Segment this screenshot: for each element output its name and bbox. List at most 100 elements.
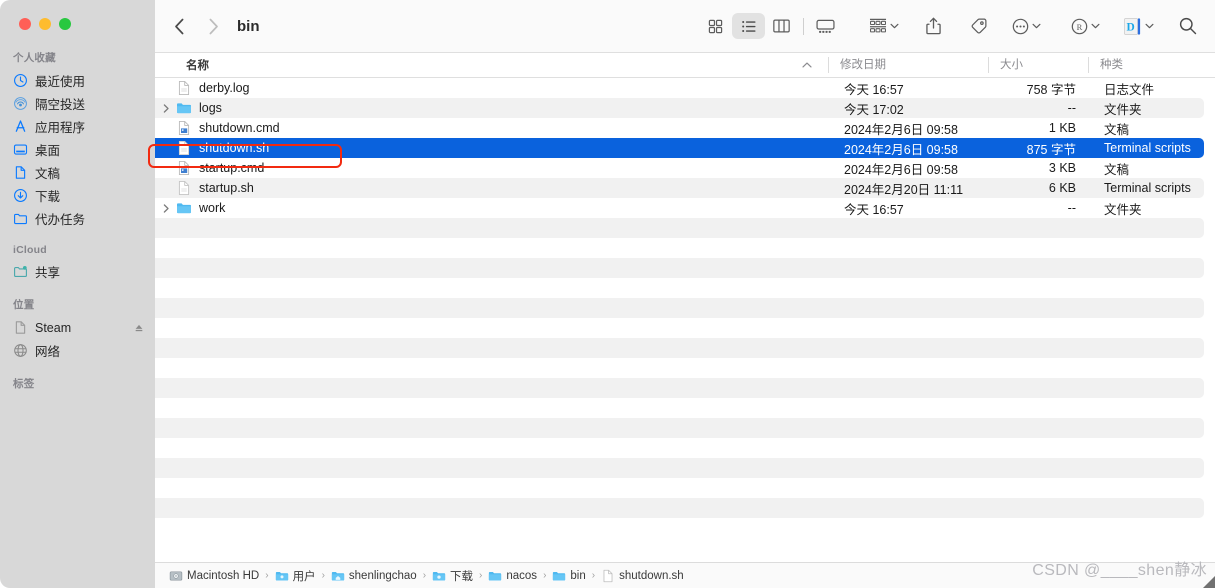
breadcrumb-item-macintosh-hd[interactable]: Macintosh HD [169, 569, 259, 583]
sidebar-item-recents[interactable]: 最近使用 [0, 69, 155, 92]
page-corner-fold-icon [1203, 576, 1215, 588]
empty-row-stripe [155, 458, 1204, 478]
gallery-icon [816, 19, 835, 33]
table-row[interactable]: shutdown.cmd 2024年2月6日 09:58 1 KB 文稿 [155, 118, 1215, 138]
sidebar-item-steam[interactable]: Steam [0, 316, 155, 339]
disclosure-triangle[interactable] [159, 103, 173, 113]
minimize-button[interactable] [39, 18, 51, 30]
file-date: 今天 16:57 [844, 82, 904, 97]
sidebar-item-downloads[interactable]: 下载 [0, 184, 155, 207]
breadcrumb-separator: › [422, 570, 427, 581]
sidebar-section-title: iCloud [13, 244, 47, 256]
table-row-selected[interactable]: shutdown.sh 2024年2月6日 09:58 875 字节 Termi… [155, 138, 1215, 158]
column-header-kind[interactable]: 种类 [1088, 52, 1215, 78]
list-view-button[interactable] [732, 13, 765, 39]
breadcrumb-label: shenlingchao [348, 569, 417, 582]
document-icon [178, 80, 190, 96]
table-row[interactable]: startup.sh 2024年2月20日 11:11 6 KB Termina… [155, 178, 1215, 198]
more-actions-button[interactable] [1009, 13, 1044, 39]
registered-app-button[interactable]: R [1068, 13, 1103, 39]
group-by-button[interactable] [866, 13, 902, 39]
column-view-button[interactable] [765, 13, 798, 39]
breadcrumb-item-nacos[interactable]: nacos [488, 569, 537, 583]
breadcrumb-item-downloads[interactable]: 下载 [432, 568, 473, 584]
sidebar-item-desktop[interactable]: 桌面 [0, 138, 155, 161]
breadcrumb-separator: › [321, 570, 325, 581]
breadcrumb-separator: › [591, 570, 596, 581]
breadcrumb-item-shenlingchao[interactable]: shenlingchao [331, 569, 417, 583]
folder-icon [489, 571, 502, 580]
maximize-button[interactable] [59, 18, 71, 30]
table-row[interactable]: derby.log 今天 16:57 758 字节 日志文件 [155, 78, 1215, 98]
sidebar-item-applications[interactable]: 应用程序 [0, 115, 155, 138]
forward-button[interactable] [199, 12, 227, 40]
gallery-view-button[interactable] [809, 13, 842, 39]
folder-icon [177, 103, 191, 114]
exec-document-icon [178, 160, 190, 176]
sidebar-item-shared[interactable]: 共享 [0, 260, 155, 283]
file-size: 1 KB [1048, 121, 1076, 135]
sidebar-item-label: Steam [35, 320, 72, 335]
watermark-text: CSDN @____shen静冰 [1032, 562, 1207, 579]
breadcrumb-separator: › [543, 570, 547, 581]
table-row[interactable]: logs 今天 17:02 -- 文件夹 [155, 98, 1215, 118]
breadcrumb-label: 用户 [292, 570, 316, 583]
chevron-right-icon [209, 18, 218, 34]
breadcrumb-label: shutdown.sh [619, 569, 684, 582]
breadcrumb-item-bin[interactable]: bin [552, 569, 586, 583]
chevron-left-icon [174, 18, 183, 34]
tag-button[interactable] [964, 13, 992, 39]
users-folder-icon [275, 571, 288, 580]
icon-view-button[interactable] [699, 13, 732, 39]
sidebar-item-label: 共享 [35, 266, 61, 280]
file-name: startup.cmd [199, 161, 265, 175]
sidebar-section-title: 位置 [13, 299, 35, 311]
file-size: 6 KB [1048, 181, 1076, 195]
dictionary-app-icon: D [1123, 17, 1141, 35]
folder-icon [177, 203, 191, 214]
disclosure-triangle[interactable] [159, 203, 173, 213]
search-button[interactable] [1174, 13, 1202, 39]
back-button[interactable] [165, 12, 193, 40]
sidebar-item-label: 下载 [35, 190, 61, 204]
eject-icon[interactable] [134, 323, 144, 333]
column-header-name[interactable]: 名称 [155, 57, 828, 73]
document-icon [603, 569, 613, 582]
sidebar-section-tags: 标签 [0, 376, 155, 395]
sort-ascending-icon [802, 62, 812, 68]
breadcrumb-item-users[interactable]: 用户 [275, 568, 316, 584]
sidebar-item-airdrop[interactable]: 隔空投送 [0, 92, 155, 115]
group-by-icon [869, 18, 887, 32]
table-row[interactable]: startup.cmd 2024年2月6日 09:58 3 KB 文稿 [155, 158, 1215, 178]
table-row[interactable]: work 今天 16:57 -- 文件夹 [155, 198, 1215, 218]
breadcrumb-item-shutdown-sh[interactable]: shutdown.sh [601, 569, 684, 583]
file-kind: Terminal scripts [1104, 141, 1191, 155]
column-header-date[interactable]: 修改日期 [828, 52, 988, 78]
network-globe-icon [14, 344, 27, 357]
breadcrumb-label: Macintosh HD [187, 569, 260, 582]
sidebar-item-label: 代办任务 [35, 213, 86, 227]
sidebar-item-label: 最近使用 [35, 75, 86, 89]
file-size: 758 字节 [1026, 82, 1076, 97]
view-mode-segmented-control [699, 13, 842, 39]
empty-row-stripe [155, 498, 1204, 518]
sidebar-item-documents[interactable]: 文稿 [0, 161, 155, 184]
file-list[interactable]: derby.log 今天 16:57 758 字节 日志文件 logs 今天 1… [155, 78, 1215, 562]
close-button[interactable] [19, 18, 31, 30]
file-name: shutdown.cmd [199, 121, 280, 135]
folder-icon [14, 213, 27, 225]
share-button[interactable] [919, 13, 947, 39]
search-icon [1179, 17, 1197, 35]
svg-text:D: D [1126, 21, 1134, 33]
column-header-name-label: 名称 [186, 60, 209, 72]
harddisk-icon [169, 570, 183, 581]
sidebar-section-title: 个人收藏 [13, 52, 56, 64]
sidebar-item-todo-folder[interactable]: 代办任务 [0, 207, 155, 230]
grid-icon [708, 19, 723, 33]
column-header-size[interactable]: 大小 [988, 52, 1088, 78]
ellipsis-circle-icon [1012, 18, 1029, 34]
breadcrumb-label: bin [570, 569, 586, 582]
file-date: 2024年2月6日 09:58 [844, 122, 958, 137]
dictionary-app-button[interactable]: D [1120, 13, 1157, 39]
sidebar-item-network[interactable]: 网络 [0, 339, 155, 362]
